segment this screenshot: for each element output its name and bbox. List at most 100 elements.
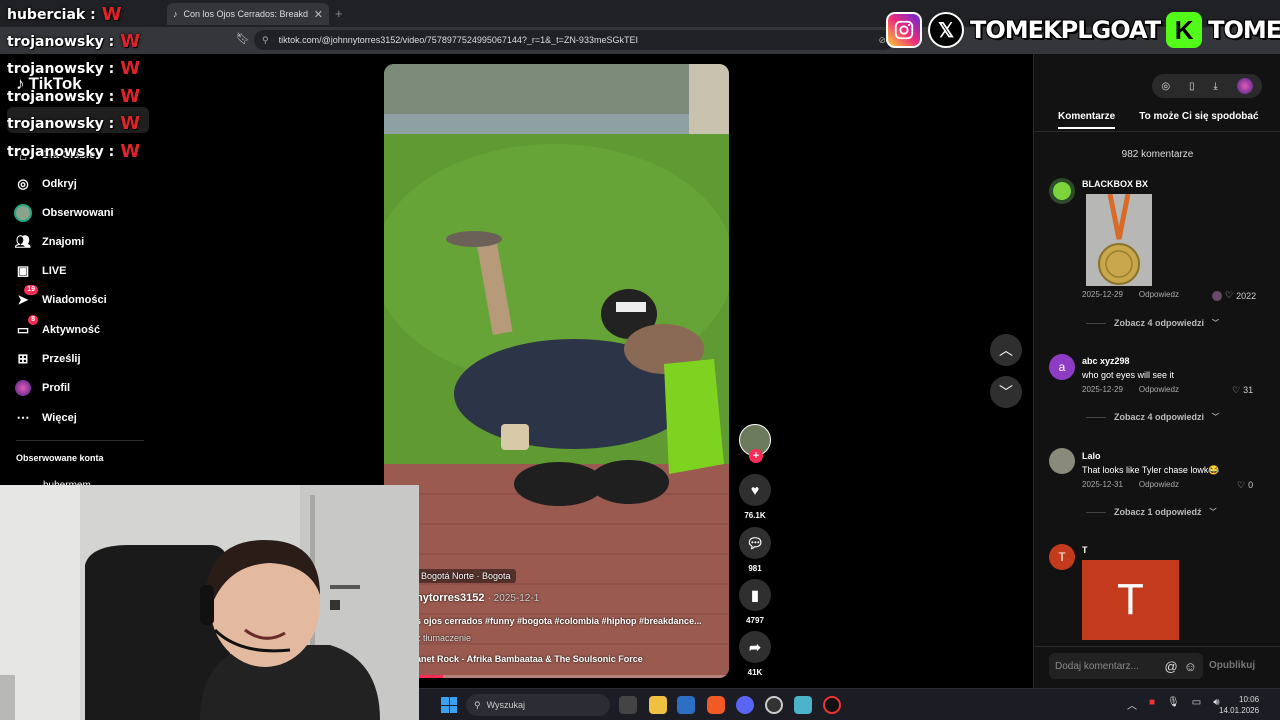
task-view-icon[interactable] — [619, 696, 637, 714]
tiktok-app-icon[interactable] — [823, 696, 841, 714]
previous-video-button[interactable]: ︿ — [990, 334, 1022, 366]
share-icon: ➦ — [739, 631, 771, 663]
comment-username[interactable]: Lalo — [1082, 451, 1101, 461]
comment-like-button[interactable]: ♡ 2022 — [1212, 290, 1256, 301]
comment-text: That looks like Tyler chase lowk😂 — [1082, 465, 1220, 475]
sidebar-item-wiadomosci[interactable]: ➤ 19 Wiadomości — [14, 285, 107, 310]
compass-icon[interactable]: ◎ — [1161, 81, 1170, 92]
file-explorer-icon[interactable] — [649, 696, 667, 714]
tab-suggested[interactable]: To może Ci się spodobać — [1139, 111, 1258, 129]
profile-icon — [14, 379, 32, 397]
social-handle: TOMEKPLGOAT — [970, 16, 1161, 44]
address-bar[interactable]: ⚲ tiktok.com/@johnnytorres3152/video/757… — [254, 30, 894, 50]
close-tab-icon[interactable]: ✕ — [314, 8, 323, 21]
comment-avatar[interactable]: a — [1049, 354, 1075, 380]
comment-avatar[interactable] — [1049, 448, 1075, 474]
save-button[interactable]: ▮ 4797 — [739, 579, 771, 625]
webcam-image — [0, 485, 419, 720]
comment-image[interactable]: T — [1082, 560, 1179, 640]
phone-icon[interactable]: ▯ — [1189, 81, 1195, 92]
sidebar-item-aktywnosc[interactable]: ▭ 8 Aktywność — [14, 315, 101, 340]
tray-chevron-up-icon[interactable]: ︿ — [1127, 697, 1137, 712]
view-replies-button[interactable]: Zobacz 4 odpowiedzi ﹀ — [1086, 412, 1219, 422]
mention-icon[interactable]: @ — [1165, 659, 1178, 674]
chevron-down-icon: ﹀ — [1212, 320, 1220, 327]
comment-icon: 💬︎ — [739, 527, 771, 559]
creator-liked-avatar-icon — [1212, 290, 1222, 301]
reply-link[interactable]: Odpowiedz — [1139, 290, 1179, 299]
sidebar-divider — [16, 440, 144, 441]
comment-input[interactable]: Dodaj komentarz... — [1055, 661, 1159, 672]
video-author[interactable]: nytorres3152 · 2025-12-1 — [416, 592, 539, 604]
comment-image-medal[interactable] — [1086, 194, 1152, 286]
share-button[interactable]: ➦ 41K — [739, 631, 771, 677]
windows-taskbar: ⚲ Wyszukaj ︿ ■ 🎙︎ ▭ 🔊︎ 10:06 14.01.2026 — [419, 688, 1280, 720]
more-icon: ⋯ — [16, 410, 30, 425]
bookmark-icon[interactable]: 🔖︎ — [236, 32, 250, 45]
video-location[interactable]: Bogotá Norte · Bogota — [416, 569, 516, 583]
overlay-user: trojanowsky :W — [7, 58, 141, 79]
tracking-icon[interactable]: ⊘ — [878, 35, 886, 46]
profile-avatar-icon[interactable] — [1236, 78, 1253, 94]
view-replies-button[interactable]: Zobacz 1 odpowiedź ﹀ — [1086, 507, 1217, 517]
publish-button[interactable]: Opublikuj — [1209, 660, 1255, 671]
sidebar-item-odkryj[interactable]: ◎ Odkryj — [14, 174, 77, 194]
brave-browser-icon[interactable] — [707, 696, 725, 714]
sidebar-item-przeslij[interactable]: ⊞ Prześlij — [14, 349, 81, 369]
video-caption[interactable]: s ojos cerrados #funny #bogota #colombia… — [416, 616, 702, 626]
messages-badge: 19 — [24, 285, 38, 295]
sidebar-item-profil[interactable]: Profil — [14, 378, 70, 398]
comment-avatar[interactable] — [1049, 178, 1075, 204]
windows-start-icon[interactable] — [441, 697, 457, 713]
microphone-icon[interactable]: 🎙︎ — [1167, 697, 1180, 712]
comment-input-box[interactable]: Dodaj komentarz... @ ☺ — [1049, 653, 1203, 679]
kick-icon: K — [1166, 12, 1203, 48]
sidebar-item-obserwowani[interactable]: Obserwowani — [14, 203, 114, 223]
comment-avatar[interactable]: T — [1049, 544, 1075, 570]
store-icon[interactable] — [677, 696, 695, 714]
video-player[interactable]: Bogotá Norte · Bogota nytorres3152 · 202… — [384, 64, 729, 678]
app-icon[interactable] — [794, 696, 812, 714]
emoji-icon[interactable]: ☺ — [1184, 659, 1197, 674]
comment-count-label: 982 komentarze — [1121, 149, 1194, 160]
panel-toolbar: ◎ ▯ ⤓ — [1152, 74, 1262, 98]
see-translation-link[interactable]: z tłumaczenie — [416, 633, 471, 643]
like-button[interactable]: ♥ 76.1K — [739, 474, 771, 520]
reply-link[interactable]: Odpowiedz — [1139, 480, 1179, 489]
sidebar-item-znajomi[interactable]: 👥︎ Znajomi — [14, 232, 84, 252]
video-music[interactable]: anet Rock - Afrika Bambaataa & The Souls… — [416, 654, 643, 664]
network-icon[interactable]: ▭ — [1192, 697, 1201, 712]
comment-meta: 2025-12-29 Odpowiedz — [1082, 290, 1179, 299]
sidebar-item-label: LIVE — [42, 265, 67, 277]
comment-like-button[interactable]: ♡ 0 — [1237, 480, 1253, 491]
comment-username[interactable]: T — [1082, 545, 1088, 555]
site-settings-icon[interactable]: ⚲ — [262, 35, 269, 46]
comment-meta: 2025-12-31 Odpowiedz — [1082, 480, 1179, 489]
comment-username[interactable]: abc xyz298 — [1082, 356, 1130, 366]
discord-icon[interactable] — [736, 696, 754, 714]
sidebar-item-live[interactable]: ▣ LIVE — [14, 261, 67, 281]
taskbar-search[interactable]: ⚲ Wyszukaj — [466, 694, 610, 716]
sidebar-item-wiecej[interactable]: ⋯ Więcej — [14, 408, 77, 428]
creator-avatar[interactable]: + — [739, 424, 771, 463]
comment-button[interactable]: 💬︎ 981 — [739, 527, 771, 573]
tray-app-icon[interactable]: ■ — [1149, 697, 1155, 712]
follow-plus-icon[interactable]: + — [749, 449, 763, 463]
avatar-icon — [14, 204, 32, 222]
new-tab-button[interactable]: + — [335, 6, 343, 21]
browser-tab[interactable]: ♪ Con los Ojos Cerrados: Breakdan... ✕ — [167, 3, 329, 25]
sidebar-item-label: Prześlij — [42, 353, 81, 365]
sidebar-item-label: Aktywność — [42, 324, 101, 336]
taskbar-clock[interactable]: 10:06 14.01.2026 — [1219, 694, 1259, 716]
download-icon[interactable]: ⤓ — [1213, 81, 1217, 92]
next-video-button[interactable]: ﹀ — [990, 376, 1022, 408]
comment-like-button[interactable]: ♡ 31 — [1232, 385, 1253, 396]
tab-comments[interactable]: Komentarze — [1058, 111, 1116, 129]
progress-track[interactable] — [384, 675, 729, 678]
system-tray[interactable]: ︿ ■ 🎙︎ ▭ 🔊︎ — [1127, 697, 1220, 712]
obs-icon[interactable] — [765, 696, 783, 714]
reply-link[interactable]: Odpowiedz — [1139, 385, 1179, 394]
sidebar-item-label: Wiadomości — [42, 294, 107, 306]
view-replies-button[interactable]: Zobacz 4 odpowiedzi ﹀ — [1086, 318, 1219, 328]
comment-username[interactable]: BLACKBOX BX — [1082, 179, 1148, 189]
